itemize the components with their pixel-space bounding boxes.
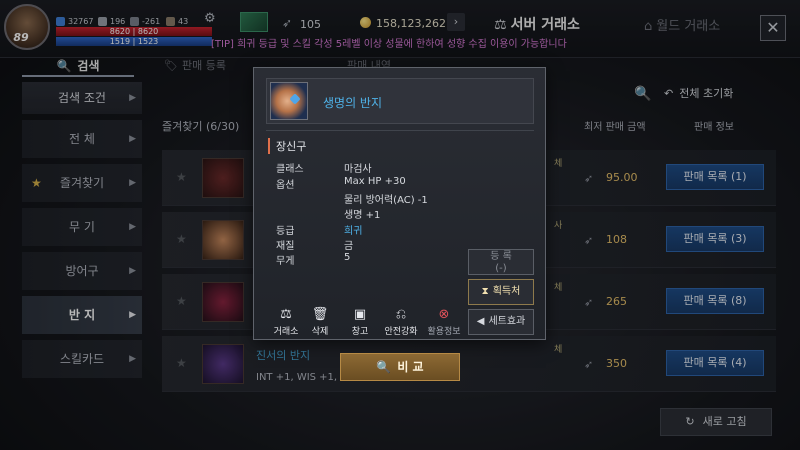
material-label: 재질 <box>276 241 295 252</box>
enhance-scroll-icon: ⎌ <box>395 307 407 322</box>
usage-info-action[interactable]: ⊗ 활용정보 <box>422 307 466 337</box>
chevron-left-icon: ◀ <box>476 316 485 327</box>
delete-action[interactable]: 🗑 삭제 <box>300 307 340 337</box>
weight-value: 5 <box>344 252 351 263</box>
register-button[interactable]: 등 록 (-) <box>468 249 534 275</box>
item-detail-popup: 생명의 반지 장신구 클래스 마검사 옵션 Max HP +30 물리 방어력(… <box>253 67 546 340</box>
storage-action[interactable]: ▣ 창고 <box>340 307 380 337</box>
material-value: 금 <box>344 241 354 252</box>
disabled-x-icon: ⊗ <box>438 307 450 322</box>
divider <box>266 130 534 131</box>
set-effect-button[interactable]: ◀ 세트효과 <box>468 309 534 335</box>
box-icon: ▣ <box>353 307 367 322</box>
class-value: 마검사 <box>344 164 372 175</box>
obtain-source-button[interactable]: ⧗ 획득처 <box>468 279 534 305</box>
item-category: 장신구 <box>268 138 306 154</box>
search-icon: 🔍 <box>376 360 392 374</box>
option-value: 물리 방어력(AC) -1 <box>344 195 428 206</box>
weight-label: 무게 <box>276 256 295 267</box>
grade-value: 희귀 <box>344 226 363 237</box>
safe-enhance-action[interactable]: ⎌ 안전강화 <box>378 307 424 337</box>
option-value: 생명 +1 <box>344 210 381 221</box>
trash-icon: 🗑 <box>311 307 329 322</box>
class-label: 클래스 <box>276 164 304 175</box>
item-header: 생명의 반지 <box>266 78 534 124</box>
hourglass-icon: ⧗ <box>481 286 489 297</box>
item-name: 생명의 반지 <box>323 96 383 110</box>
grade-label: 등급 <box>276 226 295 237</box>
option-label: 옵션 <box>276 180 295 191</box>
gem-icon <box>289 93 301 105</box>
option-value: Max HP +30 <box>344 176 406 187</box>
ring-icon <box>270 82 308 120</box>
compare-button[interactable]: 🔍 비 교 <box>340 353 460 381</box>
